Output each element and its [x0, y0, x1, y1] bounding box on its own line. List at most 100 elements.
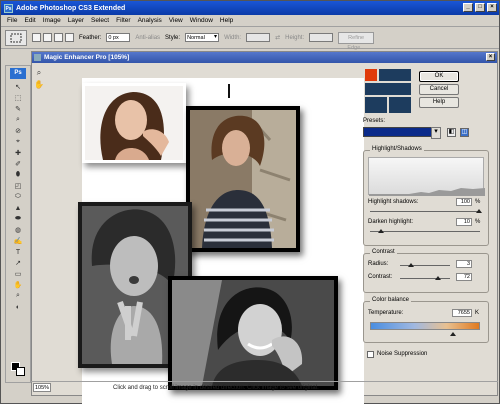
darken-highlight-thumb[interactable] [378, 229, 384, 233]
tile[interactable] [379, 69, 411, 81]
path-select-tool-icon[interactable]: ↗ [7, 258, 29, 268]
contrast-title: Contrast [370, 249, 397, 255]
subtract-selection-icon[interactable] [54, 33, 63, 42]
contrast-track[interactable] [400, 278, 450, 279]
antialias-checkbox[interactable]: Anti-alias [135, 35, 160, 41]
hand-icon[interactable]: ✋ [34, 80, 44, 90]
darken-highlight-label: Darken highlight: [368, 219, 414, 225]
color-balance-title: Color balance [370, 297, 412, 303]
toolbox: Ps ↖ ⬚ ✎ ⌕ ⊘ ⌖ ✚ ✐ ⬮ ◰ ⬭ ▲ ⬬ ◍ ✍ T ↗ ▭ ✋… [5, 65, 31, 383]
cancel-button[interactable]: Cancel [419, 84, 459, 95]
orange-swatch[interactable] [365, 69, 377, 81]
photo-brunette-woman [82, 83, 186, 163]
quick-select-tool-icon[interactable]: ⌕ [7, 115, 29, 125]
blur-tool-icon[interactable]: ⬬ [7, 214, 29, 224]
background-color-swatch[interactable] [16, 367, 25, 376]
tile[interactable] [389, 97, 411, 113]
status-message: Click and drag to scroll image in desire… [113, 384, 319, 391]
zoom-icon[interactable]: ⌕ [34, 68, 44, 78]
highlight-shadows-track[interactable] [370, 211, 480, 212]
lasso-tool-icon[interactable]: ✎ [7, 104, 29, 114]
ok-button[interactable]: OK [419, 71, 459, 82]
menu-file[interactable]: File [7, 17, 17, 24]
noise-suppression-checkbox[interactable] [367, 351, 374, 358]
portrait-image [85, 86, 183, 160]
swap-icon[interactable]: ⇄ [275, 34, 280, 41]
eraser-tool-icon[interactable]: ⬭ [7, 192, 29, 202]
presets-dropdown[interactable] [363, 127, 441, 139]
menu-help[interactable]: Help [220, 17, 233, 24]
style-label: Style: [165, 34, 181, 41]
temperature-gradient-slider[interactable] [370, 322, 480, 330]
help-button[interactable]: Help [419, 97, 459, 108]
preview-canvas[interactable] [78, 78, 364, 408]
preview-layout-selector[interactable] [365, 69, 411, 115]
menu-analysis[interactable]: Analysis [138, 17, 162, 24]
radius-input[interactable]: 3 [456, 260, 472, 268]
feather-input[interactable]: 0 px [106, 33, 131, 42]
dialog-icon [34, 54, 41, 61]
brush-tool-icon[interactable]: ✐ [7, 159, 29, 169]
zoom-field[interactable]: 105% [33, 383, 51, 392]
refine-edge-button[interactable]: Refine Edge... [338, 31, 375, 51]
darken-highlight-unit: % [475, 219, 481, 225]
shape-tool-icon[interactable]: ▭ [7, 269, 29, 279]
contrast-thumb[interactable] [435, 276, 441, 280]
tile[interactable] [365, 97, 387, 113]
move-tool-icon[interactable]: ↖ [7, 82, 29, 92]
zoom-tool-icon[interactable]: ⌕ [7, 291, 29, 301]
new-selection-icon[interactable] [32, 33, 41, 42]
intersect-selection-icon[interactable] [65, 33, 74, 42]
save-preset-icon[interactable]: ◧ [447, 127, 456, 137]
contrast-input[interactable]: 72 [456, 273, 472, 281]
settings-panel: OK Cancel Help Presets: ◧ ◫ Highlight/Sh… [361, 65, 491, 383]
hand-tool-icon[interactable]: ✋ [7, 280, 29, 290]
slice-tool-icon[interactable]: ⌖ [7, 137, 29, 147]
marquee-icon [10, 33, 22, 42]
menu-layer[interactable]: Layer [68, 17, 84, 24]
menu-select[interactable]: Select [91, 17, 109, 24]
quick-mask-icon[interactable]: ◐ [7, 302, 29, 312]
presets-label: Presets: [363, 118, 386, 124]
pen-tool-icon[interactable]: ✍ [7, 236, 29, 246]
add-selection-icon[interactable] [43, 33, 52, 42]
history-brush-tool-icon[interactable]: ◰ [7, 181, 29, 191]
healing-tool-icon[interactable]: ✚ [7, 148, 29, 158]
menu-bar: File Edit Image Layer Select Filter Anal… [1, 15, 499, 27]
darken-highlight-input[interactable]: 10 [456, 218, 472, 226]
crop-tool-icon[interactable]: ⊘ [7, 126, 29, 136]
radius-thumb[interactable] [408, 263, 414, 267]
highlight-shadows-input[interactable]: 100 [456, 198, 472, 206]
tool-preset-picker[interactable] [5, 29, 27, 46]
stamp-tool-icon[interactable]: ⬮ [7, 170, 29, 180]
dialog-title: Magic Enhancer Pro [105%] [44, 54, 130, 61]
noise-suppression-label: Noise Suppression [377, 351, 428, 357]
gradient-tool-icon[interactable]: ▲ [7, 203, 29, 213]
maximize-button[interactable]: □ [475, 3, 485, 12]
style-select[interactable]: Normal [185, 33, 220, 42]
preset-menu-icon[interactable]: ◫ [460, 127, 469, 137]
dodge-tool-icon[interactable]: ◍ [7, 225, 29, 235]
color-balance-group: Color balance Temperature: 7655 K [363, 297, 489, 343]
minimize-button[interactable]: _ [463, 3, 473, 12]
close-button[interactable]: × [487, 3, 497, 12]
ps-logo: Ps [10, 68, 26, 79]
menu-view[interactable]: View [169, 17, 183, 24]
darken-highlight-track[interactable] [370, 231, 480, 232]
height-input[interactable] [309, 33, 334, 42]
highlight-shadows-unit: % [475, 199, 481, 205]
menu-edit[interactable]: Edit [24, 17, 35, 24]
tile[interactable] [365, 83, 411, 95]
photo-bw-woman-smiling [168, 276, 338, 390]
menu-window[interactable]: Window [190, 17, 213, 24]
dialog-close-button[interactable]: × [486, 53, 495, 61]
marquee-tool-icon[interactable]: ⬚ [7, 93, 29, 103]
highlight-shadows-thumb[interactable] [476, 209, 482, 213]
type-tool-icon[interactable]: T [7, 247, 29, 257]
temperature-input[interactable]: 7655 [452, 309, 472, 317]
portrait-image [190, 110, 296, 248]
width-input[interactable] [246, 33, 271, 42]
menu-image[interactable]: Image [43, 17, 61, 24]
menu-filter[interactable]: Filter [116, 17, 130, 24]
temperature-thumb[interactable] [450, 332, 456, 336]
